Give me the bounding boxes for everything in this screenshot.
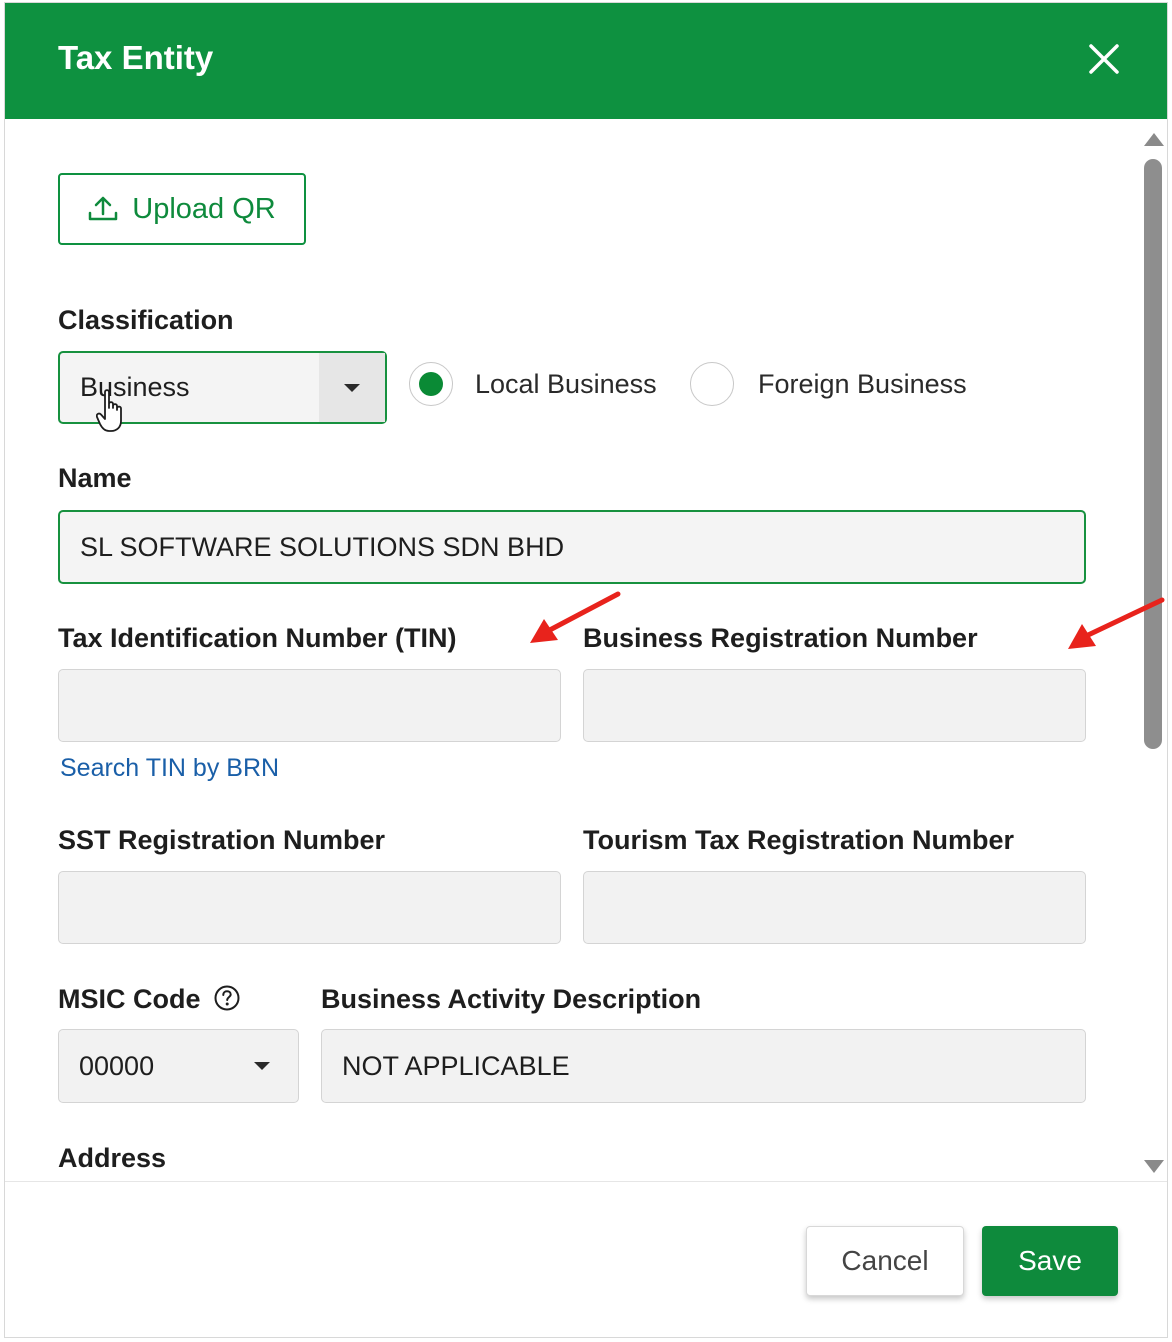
msic-code-label: MSIC Code (58, 984, 240, 1015)
dialog-title: Tax Entity (58, 39, 214, 76)
chevron-down-icon (254, 1062, 270, 1070)
close-button[interactable] (1083, 38, 1125, 80)
name-input[interactable]: SL SOFTWARE SOLUTIONS SDN BHD (58, 510, 1086, 584)
search-tin-by-brn-link[interactable]: Search TIN by BRN (60, 754, 279, 783)
save-button[interactable]: Save (982, 1226, 1118, 1296)
chevron-down-icon (344, 383, 360, 392)
radio-local-business[interactable] (409, 362, 453, 406)
business-activity-label: Business Activity Description (321, 984, 702, 1014)
scroll-down-arrow-icon[interactable] (1143, 1159, 1165, 1175)
scrollbar-thumb[interactable] (1144, 159, 1162, 749)
classification-dropdown-button[interactable] (319, 353, 385, 422)
radio-foreign-business[interactable] (690, 362, 734, 406)
tourism-tax-label: Tourism Tax Registration Number (583, 825, 1015, 855)
brn-input[interactable] (583, 669, 1086, 742)
close-icon (1089, 44, 1119, 74)
msic-code-value: 00000 (79, 1050, 155, 1081)
msic-code-label-text: MSIC Code (58, 984, 201, 1014)
dialog-body: Upload QR Classification Business Local … (5, 119, 1167, 1181)
name-label: Name (58, 463, 132, 493)
dialog-header: Tax Entity (5, 3, 1167, 119)
annotation-arrow-icon (1068, 597, 1165, 649)
name-value: SL SOFTWARE SOLUTIONS SDN BHD (80, 531, 565, 562)
tourism-tax-input[interactable] (583, 871, 1086, 944)
msic-code-select[interactable]: 00000 (58, 1029, 299, 1103)
radio-selected-dot (419, 372, 443, 396)
upload-qr-label: Upload QR (132, 192, 276, 225)
business-activity-value: NOT APPLICABLE (342, 1050, 570, 1081)
business-activity-input[interactable]: NOT APPLICABLE (321, 1029, 1086, 1103)
pointer-hand-cursor-icon (96, 389, 122, 432)
sst-input[interactable] (58, 871, 561, 944)
cancel-button[interactable]: Cancel (806, 1226, 964, 1296)
scroll-up-arrow-icon[interactable] (1143, 131, 1165, 147)
brn-label: Business Registration Number (583, 623, 978, 653)
msic-dropdown-button[interactable] (226, 1030, 298, 1102)
tax-entity-dialog: Tax Entity Upload QR Classification Busi… (4, 2, 1168, 1338)
dialog-footer: Cancel Save (5, 1181, 1167, 1337)
sst-label: SST Registration Number (58, 825, 386, 855)
radio-local-business-label[interactable]: Local Business (475, 369, 657, 400)
upload-qr-button[interactable]: Upload QR (58, 173, 306, 245)
tin-input[interactable] (58, 669, 561, 742)
annotation-arrow-icon (530, 591, 621, 643)
question-circle-icon[interactable] (214, 985, 240, 1011)
classification-label: Classification (58, 305, 234, 335)
upload-icon (89, 196, 118, 221)
tin-label: Tax Identification Number (TIN) (58, 623, 457, 653)
radio-foreign-business-label[interactable]: Foreign Business (758, 369, 967, 400)
address-label: Address (58, 1143, 167, 1173)
